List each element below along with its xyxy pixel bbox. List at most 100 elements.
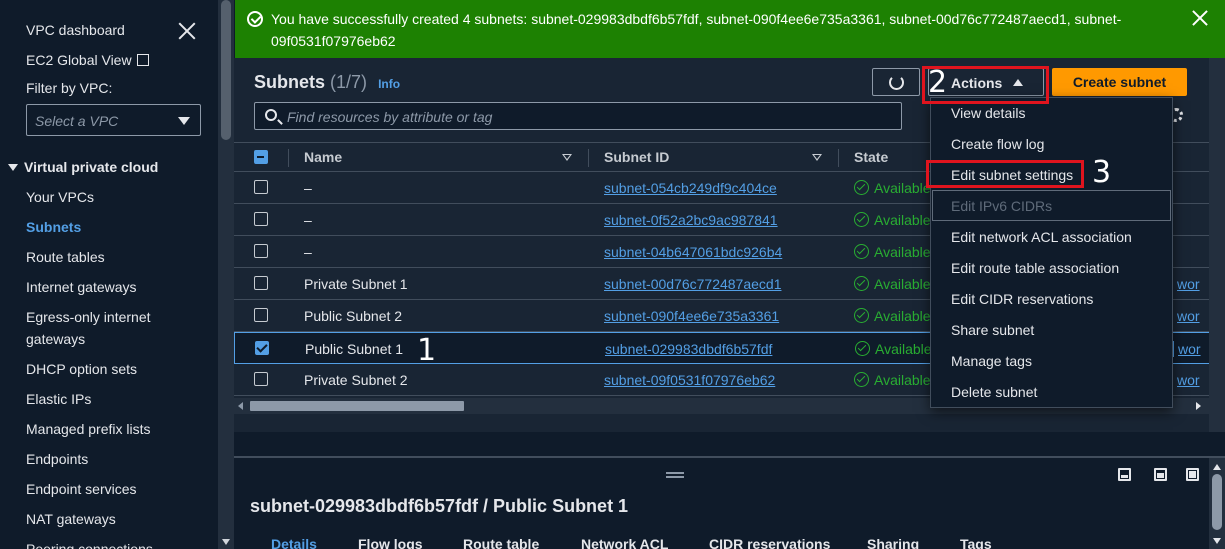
create-subnet-button[interactable]: Create subnet xyxy=(1052,68,1187,96)
scrollbar-thumb[interactable] xyxy=(250,401,464,411)
cell-link-truncated[interactable]: wor xyxy=(1177,372,1200,388)
sidebar-item-your-vpcs[interactable]: Your VPCs xyxy=(26,189,94,205)
scrollbar-thumb[interactable] xyxy=(221,0,231,140)
cell-state: Available xyxy=(874,308,931,324)
menu-item-share-subnet[interactable]: Share subnet xyxy=(951,322,1034,338)
sidebar-item-label: VPC dashboard xyxy=(26,22,125,38)
row-checkbox[interactable] xyxy=(254,308,268,322)
scrollbar-thumb[interactable] xyxy=(1212,474,1222,530)
cell-state: Available xyxy=(874,372,931,388)
sidebar-item-nat-gateways[interactable]: NAT gateways xyxy=(26,511,116,527)
refresh-button[interactable] xyxy=(872,68,920,96)
cell-name: Private Subnet 2 xyxy=(304,372,408,388)
cell-state: Available xyxy=(874,276,931,292)
info-link[interactable]: Info xyxy=(378,77,400,91)
cell-subnet-id[interactable]: subnet-09f0531f07976eb62 xyxy=(604,372,775,388)
scroll-right-icon[interactable] xyxy=(1196,402,1201,410)
cell-name: – xyxy=(304,212,312,228)
sidebar-item-egress-only-igw-line2[interactable]: gateways xyxy=(26,331,85,347)
tab-route-table[interactable]: Route table xyxy=(463,536,539,549)
search-input[interactable]: Find resources by attribute or tag xyxy=(254,102,902,130)
menu-item-edit-cidr-reservations[interactable]: Edit CIDR reservations xyxy=(951,291,1093,307)
available-check-icon xyxy=(855,341,870,356)
sort-icon[interactable] xyxy=(812,154,822,161)
sidebar-item-elastic-ips[interactable]: Elastic IPs xyxy=(26,391,91,407)
cell-name: Private Subnet 1 xyxy=(304,276,408,292)
scroll-left-icon[interactable] xyxy=(238,402,243,410)
menu-item-manage-tags[interactable]: Manage tags xyxy=(951,353,1032,369)
row-checkbox[interactable] xyxy=(254,180,268,194)
close-icon[interactable] xyxy=(178,22,196,40)
sidebar-item-endpoint-services[interactable]: Endpoint services xyxy=(26,481,137,497)
sidebar-scrollbar[interactable] xyxy=(218,0,234,549)
cell-subnet-id[interactable]: subnet-090f4ee6e735a3361 xyxy=(604,308,779,324)
available-check-icon xyxy=(854,212,869,227)
column-header-state[interactable]: State xyxy=(854,149,888,165)
menu-item-edit-network-acl[interactable]: Edit network ACL association xyxy=(951,229,1132,245)
sidebar-item-internet-gateways[interactable]: Internet gateways xyxy=(26,279,137,295)
refresh-icon xyxy=(889,75,904,90)
menu-item-delete-subnet[interactable]: Delete subnet xyxy=(951,384,1037,400)
row-checkbox[interactable] xyxy=(254,276,268,290)
sidebar-item-egress-only-igw[interactable]: Egress-only internet xyxy=(26,309,151,325)
cell-link-truncated[interactable]: wor xyxy=(1177,276,1200,292)
cell-state: Available xyxy=(875,341,932,357)
sidebar-item-dhcp-option-sets[interactable]: DHCP option sets xyxy=(26,361,137,377)
sidebar-item-ec2-global-view[interactable]: EC2 Global View xyxy=(26,52,149,68)
menu-item-edit-route-table[interactable]: Edit route table association xyxy=(951,260,1119,276)
menu-item-view-details[interactable]: View details xyxy=(951,105,1025,121)
sidebar-item-managed-prefix-lists[interactable]: Managed prefix lists xyxy=(26,421,151,437)
tab-flow-logs[interactable]: Flow logs xyxy=(358,536,423,549)
row-checkbox[interactable] xyxy=(254,244,268,258)
tab-details[interactable]: Details xyxy=(271,536,317,549)
highlight-edit-subnet-settings xyxy=(926,160,1084,188)
sidebar-section-vpc[interactable]: Virtual private cloud xyxy=(8,159,158,175)
sort-icon[interactable] xyxy=(562,154,572,161)
cell-subnet-id[interactable]: subnet-029983dbdf6b57fdf xyxy=(605,341,772,357)
select-all-checkbox[interactable] xyxy=(254,150,268,164)
tab-tags[interactable]: Tags xyxy=(960,536,992,549)
tab-cidr-reservations[interactable]: CIDR reservations xyxy=(709,536,830,549)
row-checkbox[interactable] xyxy=(255,341,269,355)
panel-side-icon[interactable] xyxy=(1154,468,1167,481)
panel-bottom-icon[interactable] xyxy=(1118,468,1131,481)
banner-close-icon[interactable] xyxy=(1192,10,1208,26)
sidebar-item-endpoints[interactable]: Endpoints xyxy=(26,451,88,467)
scroll-down-icon[interactable] xyxy=(222,539,230,545)
row-checkbox[interactable] xyxy=(254,372,268,386)
cell-state: Available xyxy=(874,244,931,260)
sidebar-item-subnets[interactable]: Subnets xyxy=(26,219,81,235)
cell-state: Available xyxy=(874,180,931,196)
tab-sharing[interactable]: Sharing xyxy=(867,536,919,549)
cell-subnet-id[interactable]: subnet-0f52a2bc9ac987841 xyxy=(604,212,778,228)
sidebar-item-route-tables[interactable]: Route tables xyxy=(26,249,105,265)
create-subnet-label: Create subnet xyxy=(1072,74,1167,90)
cell-subnet-id[interactable]: subnet-04b647061bdc926b4 xyxy=(604,244,782,260)
resize-handle-icon[interactable] xyxy=(666,472,684,478)
cell-name: – xyxy=(304,244,312,260)
filter-label: Filter by VPC: xyxy=(26,80,113,96)
cell-link-truncated[interactable]: wor xyxy=(1178,341,1201,357)
panel-full-icon[interactable] xyxy=(1186,468,1199,481)
caret-down-icon xyxy=(8,164,18,171)
scroll-up-icon[interactable] xyxy=(1213,464,1221,470)
tab-network-acl[interactable]: Network ACL xyxy=(581,536,668,549)
annotation-step-3: 3 xyxy=(1092,155,1112,190)
row-checkbox[interactable] xyxy=(254,212,268,226)
column-header-name[interactable]: Name xyxy=(304,149,342,165)
sidebar-item-peering-connections[interactable]: Peering connections xyxy=(26,541,153,549)
scroll-down-icon[interactable] xyxy=(1213,538,1221,544)
vpc-filter-placeholder: Select a VPC xyxy=(35,113,119,129)
sidebar-item-vpc-dashboard[interactable]: VPC dashboard xyxy=(26,22,125,38)
cell-link-truncated[interactable]: wor xyxy=(1177,308,1200,324)
table-vertical-scrollbar[interactable] xyxy=(1209,58,1225,432)
vpc-filter-select[interactable]: Select a VPC xyxy=(26,104,201,136)
cell-subnet-id[interactable]: subnet-054cb249df9c404ce xyxy=(604,180,777,196)
column-header-subnet-id[interactable]: Subnet ID xyxy=(604,149,669,165)
annotation-step-1: 1 xyxy=(417,333,437,368)
detail-scrollbar[interactable] xyxy=(1209,458,1225,549)
cell-subnet-id[interactable]: subnet-00d76c772487aecd1 xyxy=(604,276,782,292)
menu-item-create-flow-log[interactable]: Create flow log xyxy=(951,136,1044,152)
sidebar-item-label: EC2 Global View xyxy=(26,52,132,68)
success-banner: You have successfully created 4 subnets:… xyxy=(234,0,1225,58)
